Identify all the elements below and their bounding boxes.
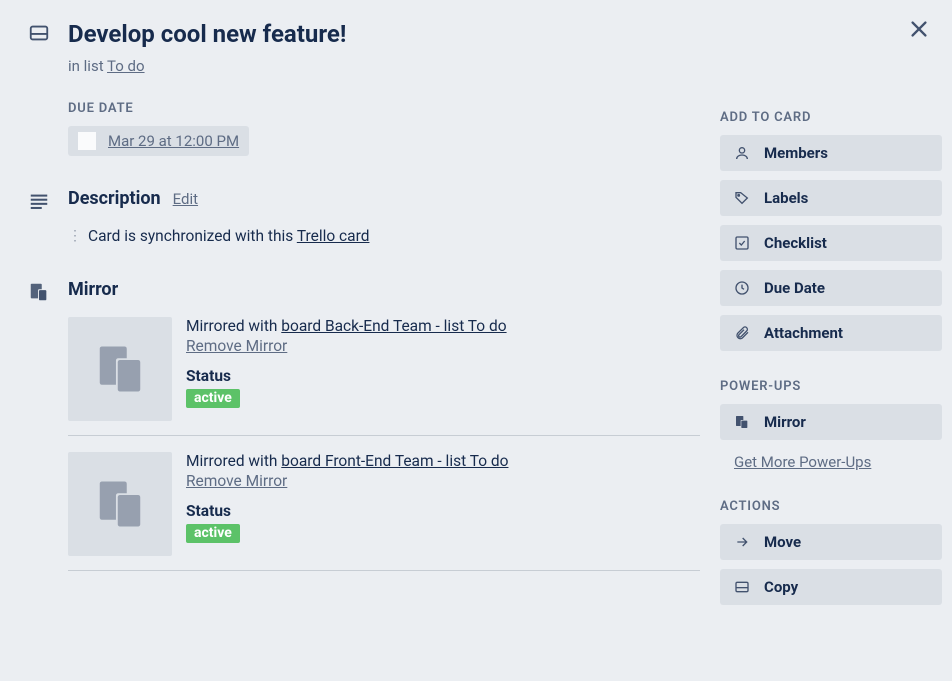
status-badge: active [186,524,240,543]
remove-mirror-link[interactable]: Remove Mirror [186,472,287,490]
close-button[interactable] [908,18,930,44]
mirror-target-link[interactable]: board Back-End Team - list To do [281,317,506,335]
due-date-pill[interactable]: Mar 29 at 12:00 PM [68,126,249,156]
add-to-card-label: ADD TO CARD [720,110,942,125]
checklist-icon [734,235,750,251]
members-button[interactable]: Members [720,135,942,171]
drag-handle-icon: ⋮ [68,227,82,247]
attachment-icon [734,325,750,341]
members-icon [734,145,750,161]
in-list-text: in list To do [68,57,700,75]
description-heading: Description [68,188,161,209]
mirror-powerup-button[interactable]: Mirror [720,404,942,440]
power-ups-label: POWER-UPS [720,379,942,394]
mirror-item: Mirrored with board Back-End Team - list… [68,317,700,421]
copy-icon [734,579,750,595]
status-badge: active [186,389,240,408]
divider [68,435,700,436]
trello-card-link[interactable]: Trello card [297,227,370,245]
move-button[interactable]: Move [720,524,942,560]
mirror-item: Mirrored with board Front-End Team - lis… [68,452,700,556]
list-link[interactable]: To do [107,57,145,75]
description-body: ⋮ Card is synchronized with this Trello … [68,226,700,248]
edit-description-link[interactable]: Edit [173,190,198,208]
due-date-checkbox[interactable] [78,132,96,150]
mirror-target-link[interactable]: board Front-End Team - list To do [281,452,508,470]
mirror-icon [734,414,750,430]
get-more-powerups-link[interactable]: Get More Power-Ups [734,453,871,471]
mirror-icon [28,281,50,303]
card-title: Develop cool new feature! [68,20,700,49]
due-date-button[interactable]: Due Date [720,270,942,306]
clock-icon [734,280,750,296]
close-icon [908,18,930,40]
attachment-button[interactable]: Attachment [720,315,942,351]
card-icon [28,22,50,44]
labels-button[interactable]: Labels [720,180,942,216]
mirror-status-label: Status [186,502,700,520]
remove-mirror-link[interactable]: Remove Mirror [186,337,287,355]
mirror-heading: Mirror [68,279,118,300]
description-icon [28,190,50,212]
divider [68,570,700,571]
mirror-thumbnail[interactable] [68,452,172,556]
arrow-right-icon [734,534,750,550]
actions-label: ACTIONS [720,499,942,514]
mirror-thumbnail[interactable] [68,317,172,421]
due-date-text: Mar 29 at 12:00 PM [108,132,239,150]
mirror-status-label: Status [186,367,700,385]
mirror-placeholder-icon [93,477,147,531]
checklist-button[interactable]: Checklist [720,225,942,261]
mirror-placeholder-icon [93,342,147,396]
due-date-label: DUE DATE [68,101,700,116]
copy-button[interactable]: Copy [720,569,942,605]
labels-icon [734,190,750,206]
